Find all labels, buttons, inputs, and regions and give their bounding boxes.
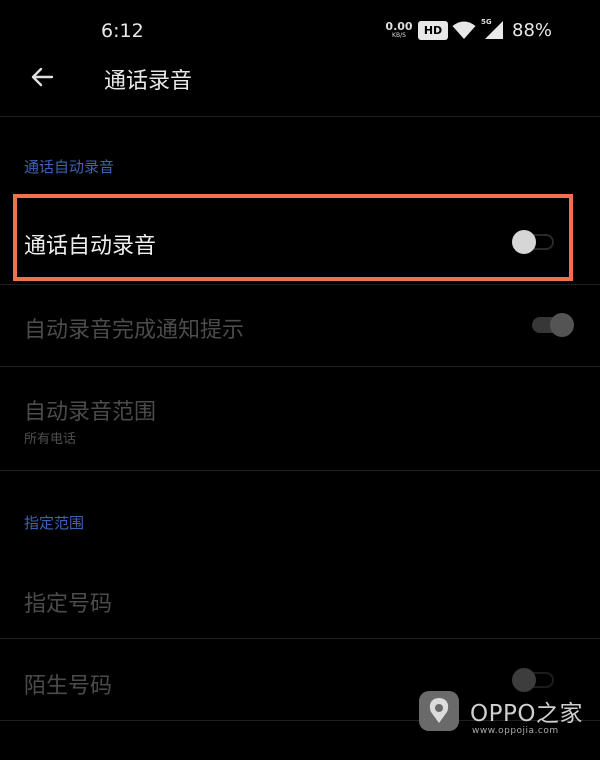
oppojia-logo-icon: [419, 691, 459, 731]
network-speed-value: 0.00: [385, 20, 413, 33]
back-button[interactable]: [26, 62, 58, 94]
auto-record-scope-label[interactable]: 自动录音范围: [24, 394, 156, 426]
hd-voice-badge: HD: [418, 21, 448, 40]
network-type-label: 5G: [481, 18, 492, 26]
section-title-specified-scope: 指定范围: [24, 514, 85, 532]
wifi-icon: [452, 21, 476, 39]
toggle-thumb: [550, 313, 574, 337]
battery-percentage: 88%: [512, 20, 553, 41]
row-divider: [0, 366, 600, 367]
network-speed-unit: KB/S: [392, 32, 406, 39]
row-divider: [0, 284, 600, 285]
highlight-box: [13, 194, 573, 281]
status-time: 6:12: [101, 20, 144, 42]
row-divider: [0, 638, 600, 639]
record-complete-notification-toggle[interactable]: [526, 313, 574, 337]
header-divider: [0, 116, 600, 117]
toggle-thumb: [512, 668, 536, 692]
unknown-numbers-toggle[interactable]: [510, 668, 558, 692]
section-title-auto-record: 通话自动录音: [24, 158, 115, 176]
section-divider: [0, 470, 600, 471]
specified-numbers-item[interactable]: 指定号码: [24, 586, 112, 618]
auto-record-scope-value: 所有电话: [24, 432, 77, 447]
page-title: 通话录音: [104, 69, 193, 94]
watermark-url: www.oppojia.com: [472, 726, 559, 736]
network-speed-indicator: 0.00 KB/S: [384, 21, 414, 39]
arrow-left-icon: [31, 67, 54, 87]
unknown-numbers-label: 陌生号码: [24, 674, 113, 699]
watermark-brand: OPPO之家: [470, 701, 583, 727]
record-complete-notification-label: 自动录音完成通知提示: [24, 318, 245, 343]
